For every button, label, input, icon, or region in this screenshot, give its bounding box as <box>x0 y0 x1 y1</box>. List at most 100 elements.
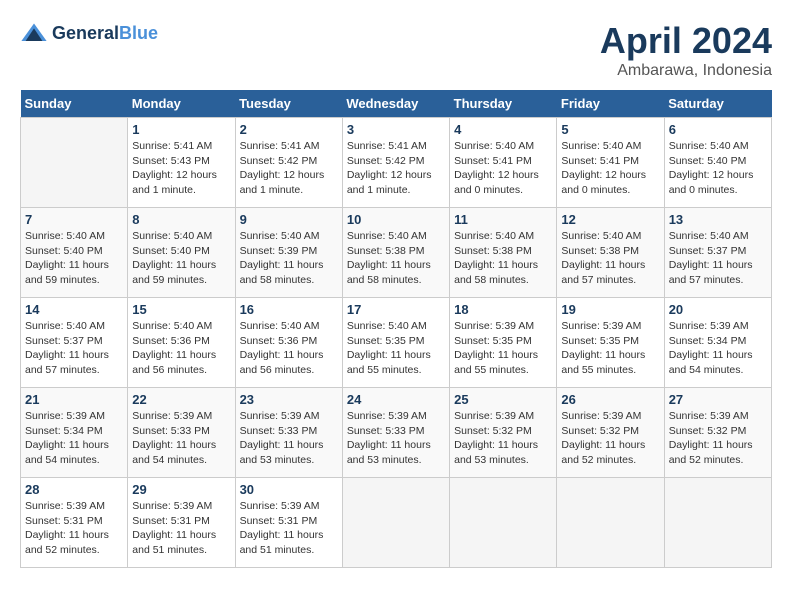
day-number: 13 <box>669 212 767 227</box>
month-title: April 2024 <box>600 20 772 62</box>
day-number: 5 <box>561 122 659 137</box>
week-row-2: 7Sunrise: 5:40 AM Sunset: 5:40 PM Daylig… <box>21 208 772 298</box>
header-cell-wednesday: Wednesday <box>342 90 449 118</box>
day-cell: 19 Sunrise: 5:39 AM Sunset: 5:35 PM Dayli… <box>557 298 664 388</box>
day-info: Sunrise: 5:40 AM Sunset: 5:41 PM Dayligh… <box>561 139 659 198</box>
day-cell: 5 Sunrise: 5:40 AM Sunset: 5:41 PM Daylig… <box>557 118 664 208</box>
day-info: Sunrise: 5:40 AM Sunset: 5:38 PM Dayligh… <box>561 229 659 288</box>
day-number: 16 <box>240 302 338 317</box>
day-number: 25 <box>454 392 552 407</box>
day-cell <box>557 478 664 568</box>
day-number: 22 <box>132 392 230 407</box>
day-cell: 29 Sunrise: 5:39 AM Sunset: 5:31 PM Dayli… <box>128 478 235 568</box>
day-info: Sunrise: 5:40 AM Sunset: 5:41 PM Dayligh… <box>454 139 552 198</box>
day-cell: 26Sunrise: 5:39 AM Sunset: 5:32 PM Dayli… <box>557 388 664 478</box>
day-number: 14 <box>25 302 123 317</box>
day-number: 20 <box>669 302 767 317</box>
day-number: 19 <box>561 302 659 317</box>
day-cell: 30Sunrise: 5:39 AM Sunset: 5:31 PM Dayli… <box>235 478 342 568</box>
day-info: Sunrise: 5:39 AM Sunset: 5:35 PM Dayligh… <box>454 319 552 378</box>
day-cell: 11Sunrise: 5:40 AM Sunset: 5:38 PM Dayli… <box>450 208 557 298</box>
day-number: 28 <box>25 482 123 497</box>
day-info: Sunrise: 5:39 AM Sunset: 5:32 PM Dayligh… <box>561 409 659 468</box>
day-info: Sunrise: 5:41 AM Sunset: 5:42 PM Dayligh… <box>240 139 338 198</box>
header-cell-friday: Friday <box>557 90 664 118</box>
day-info: Sunrise: 5:39 AM Sunset: 5:34 PM Dayligh… <box>25 409 123 468</box>
header-cell-sunday: Sunday <box>21 90 128 118</box>
day-info: Sunrise: 5:40 AM Sunset: 5:36 PM Dayligh… <box>132 319 230 378</box>
week-row-4: 21 Sunrise: 5:39 AM Sunset: 5:34 PM Dayli… <box>21 388 772 478</box>
day-cell <box>664 478 771 568</box>
day-number: 11 <box>454 212 552 227</box>
week-row-1: 1 Sunrise: 5:41 AM Sunset: 5:43 PM Daylig… <box>21 118 772 208</box>
day-info: Sunrise: 5:39 AM Sunset: 5:34 PM Dayligh… <box>669 319 767 378</box>
day-number: 24 <box>347 392 445 407</box>
title-block: April 2024 Ambarawa, Indonesia <box>600 20 772 80</box>
day-info: Sunrise: 5:39 AM Sunset: 5:32 PM Dayligh… <box>669 409 767 468</box>
day-cell: 17 Sunrise: 5:40 AM Sunset: 5:35 PM Dayli… <box>342 298 449 388</box>
logo-text: GeneralBlue <box>52 24 158 44</box>
page-header: GeneralBlue April 2024 Ambarawa, Indones… <box>20 20 772 80</box>
day-cell: 20 Sunrise: 5:39 AM Sunset: 5:34 PM Dayli… <box>664 298 771 388</box>
day-number: 27 <box>669 392 767 407</box>
day-cell: 13 Sunrise: 5:40 AM Sunset: 5:37 PM Dayli… <box>664 208 771 298</box>
day-cell: 1 Sunrise: 5:41 AM Sunset: 5:43 PM Daylig… <box>128 118 235 208</box>
day-number: 3 <box>347 122 445 137</box>
day-cell: 22Sunrise: 5:39 AM Sunset: 5:33 PM Dayli… <box>128 388 235 478</box>
day-info: Sunrise: 5:40 AM Sunset: 5:40 PM Dayligh… <box>669 139 767 198</box>
calendar-body: 1 Sunrise: 5:41 AM Sunset: 5:43 PM Daylig… <box>21 118 772 568</box>
day-info: Sunrise: 5:40 AM Sunset: 5:36 PM Dayligh… <box>240 319 338 378</box>
day-info: Sunrise: 5:40 AM Sunset: 5:35 PM Dayligh… <box>347 319 445 378</box>
day-cell: 12 Sunrise: 5:40 AM Sunset: 5:38 PM Dayli… <box>557 208 664 298</box>
day-cell: 14 Sunrise: 5:40 AM Sunset: 5:37 PM Dayli… <box>21 298 128 388</box>
day-number: 15 <box>132 302 230 317</box>
day-cell: 16 Sunrise: 5:40 AM Sunset: 5:36 PM Dayli… <box>235 298 342 388</box>
day-info: Sunrise: 5:39 AM Sunset: 5:33 PM Dayligh… <box>240 409 338 468</box>
day-cell <box>21 118 128 208</box>
header-cell-saturday: Saturday <box>664 90 771 118</box>
day-number: 23 <box>240 392 338 407</box>
day-cell: 2 Sunrise: 5:41 AM Sunset: 5:42 PM Daylig… <box>235 118 342 208</box>
day-info: Sunrise: 5:40 AM Sunset: 5:38 PM Dayligh… <box>347 229 445 288</box>
week-row-3: 14 Sunrise: 5:40 AM Sunset: 5:37 PM Dayli… <box>21 298 772 388</box>
day-cell: 10 Sunrise: 5:40 AM Sunset: 5:38 PM Dayli… <box>342 208 449 298</box>
day-info: Sunrise: 5:40 AM Sunset: 5:37 PM Dayligh… <box>669 229 767 288</box>
day-number: 21 <box>25 392 123 407</box>
day-cell: 6Sunrise: 5:40 AM Sunset: 5:40 PM Daylig… <box>664 118 771 208</box>
day-cell <box>342 478 449 568</box>
day-cell: 27 Sunrise: 5:39 AM Sunset: 5:32 PM Dayli… <box>664 388 771 478</box>
header-cell-tuesday: Tuesday <box>235 90 342 118</box>
logo-icon <box>20 20 48 48</box>
day-info: Sunrise: 5:39 AM Sunset: 5:33 PM Dayligh… <box>347 409 445 468</box>
day-info: Sunrise: 5:40 AM Sunset: 5:39 PM Dayligh… <box>240 229 338 288</box>
calendar-header: SundayMondayTuesdayWednesdayThursdayFrid… <box>21 90 772 118</box>
day-number: 12 <box>561 212 659 227</box>
day-cell: 18 Sunrise: 5:39 AM Sunset: 5:35 PM Dayli… <box>450 298 557 388</box>
day-cell: 24 Sunrise: 5:39 AM Sunset: 5:33 PM Dayli… <box>342 388 449 478</box>
day-number: 9 <box>240 212 338 227</box>
day-cell: 7Sunrise: 5:40 AM Sunset: 5:40 PM Daylig… <box>21 208 128 298</box>
header-cell-monday: Monday <box>128 90 235 118</box>
day-info: Sunrise: 5:40 AM Sunset: 5:37 PM Dayligh… <box>25 319 123 378</box>
logo: GeneralBlue <box>20 20 158 48</box>
day-number: 29 <box>132 482 230 497</box>
day-number: 1 <box>132 122 230 137</box>
day-cell: 8Sunrise: 5:40 AM Sunset: 5:40 PM Daylig… <box>128 208 235 298</box>
day-cell: 4 Sunrise: 5:40 AM Sunset: 5:41 PM Daylig… <box>450 118 557 208</box>
day-cell: 28 Sunrise: 5:39 AM Sunset: 5:31 PM Dayli… <box>21 478 128 568</box>
day-info: Sunrise: 5:39 AM Sunset: 5:31 PM Dayligh… <box>132 499 230 558</box>
day-info: Sunrise: 5:39 AM Sunset: 5:32 PM Dayligh… <box>454 409 552 468</box>
day-number: 2 <box>240 122 338 137</box>
day-cell: 15 Sunrise: 5:40 AM Sunset: 5:36 PM Dayli… <box>128 298 235 388</box>
day-cell: 9 Sunrise: 5:40 AM Sunset: 5:39 PM Daylig… <box>235 208 342 298</box>
day-number: 4 <box>454 122 552 137</box>
day-number: 18 <box>454 302 552 317</box>
day-info: Sunrise: 5:39 AM Sunset: 5:35 PM Dayligh… <box>561 319 659 378</box>
day-info: Sunrise: 5:40 AM Sunset: 5:40 PM Dayligh… <box>25 229 123 288</box>
day-info: Sunrise: 5:39 AM Sunset: 5:31 PM Dayligh… <box>25 499 123 558</box>
day-info: Sunrise: 5:41 AM Sunset: 5:43 PM Dayligh… <box>132 139 230 198</box>
day-number: 30 <box>240 482 338 497</box>
day-number: 17 <box>347 302 445 317</box>
day-number: 10 <box>347 212 445 227</box>
header-row: SundayMondayTuesdayWednesdayThursdayFrid… <box>21 90 772 118</box>
